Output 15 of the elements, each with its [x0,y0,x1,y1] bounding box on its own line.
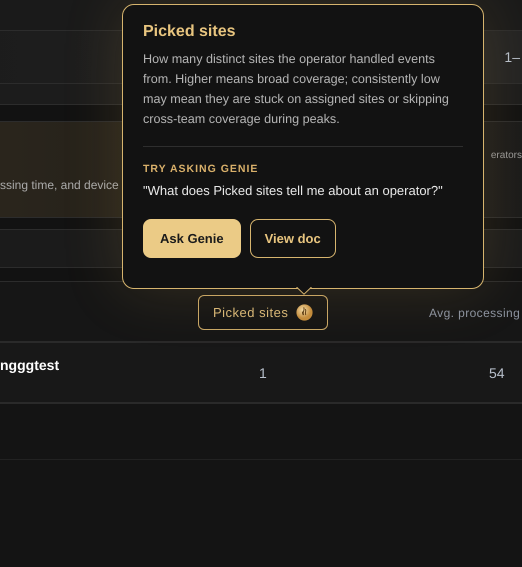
table-cell: 1 [259,365,267,381]
range-label: 1– [504,49,520,65]
doc-button[interactable]: View doc [250,219,336,258]
operator-name: ngggtest [0,357,60,373]
banner-text: ssing time, and device [0,178,119,192]
ask-button[interactable]: Ask Genie [143,219,241,258]
column-header: Avg. processing [429,306,520,320]
flame-icon [296,304,314,321]
tooltip-description: How many distinct sites the operator handled events from. Higher means broad coverage; consistently low may mean they are stuck on assigned sites or skipping cross-team coverage during peaks. [143,51,450,128]
table-cell: 54 [489,365,505,381]
suggested-prompt: "What does Picked sites tell me about an operator?" [143,183,444,198]
section-label: TRY ASKING GENIE [143,163,260,175]
banner-side-text: erators [490,150,522,161]
tooltip-title: Picked sites [143,23,236,41]
column-header-button[interactable]: Picked sites [198,295,328,330]
